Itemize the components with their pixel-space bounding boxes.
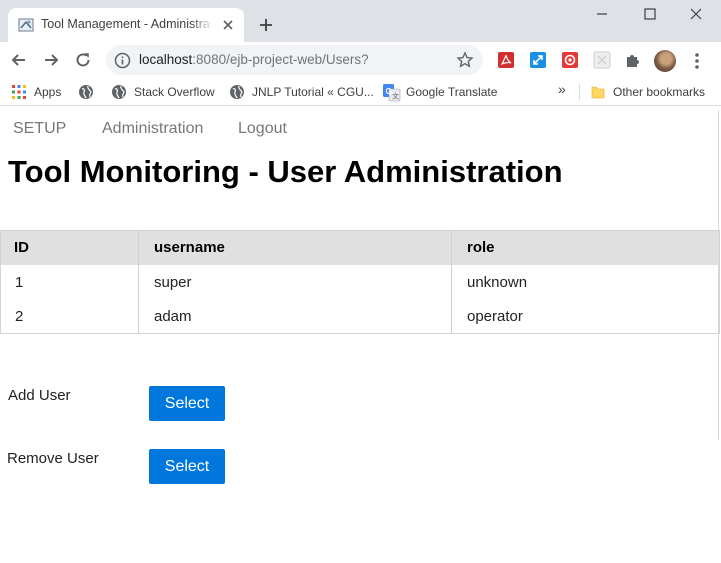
web-page: SETUP Administration Logout Tool Monitor… bbox=[0, 110, 721, 563]
add-user-label: Add User bbox=[8, 387, 71, 404]
column-header-id[interactable]: ID bbox=[14, 239, 29, 256]
back-arrow-icon[interactable] bbox=[9, 50, 29, 70]
bookmarks-separator bbox=[579, 84, 580, 100]
globe-icon bbox=[79, 85, 93, 99]
close-window-icon[interactable] bbox=[687, 5, 705, 23]
url-text[interactable]: localhost:8080/ejb-project-web/Users? bbox=[139, 52, 369, 67]
nav-link-setup[interactable]: SETUP bbox=[13, 120, 66, 138]
column-divider bbox=[138, 231, 139, 333]
folder-icon bbox=[591, 86, 605, 99]
pdf-extension-icon[interactable] bbox=[497, 51, 515, 69]
close-tab-icon[interactable] bbox=[220, 17, 236, 33]
profile-avatar[interactable] bbox=[654, 50, 676, 72]
browser-tab[interactable]: Tool Management - Administration bbox=[8, 8, 244, 42]
nav-link-administration[interactable]: Administration bbox=[102, 120, 203, 138]
bookmark-label: Stack Overflow bbox=[134, 85, 215, 99]
url-host: localhost bbox=[139, 52, 193, 67]
tool-favicon-icon bbox=[18, 18, 34, 32]
table-cell-username[interactable]: adam bbox=[154, 308, 192, 325]
bookmark-star-icon[interactable] bbox=[456, 51, 474, 69]
table-cell-role[interactable]: operator bbox=[467, 308, 523, 325]
table-cell-id[interactable]: 1 bbox=[15, 274, 23, 291]
bookmarks-bar: Apps Stack Overflow JNLP Tutorial « CGU.… bbox=[0, 78, 721, 106]
forward-arrow-icon[interactable] bbox=[41, 50, 61, 70]
add-user-select-button[interactable]: Select bbox=[149, 386, 225, 421]
svg-text:文: 文 bbox=[392, 92, 399, 101]
maximize-icon[interactable] bbox=[641, 5, 659, 23]
svg-text:G: G bbox=[386, 87, 392, 96]
bookmark-label: Apps bbox=[34, 85, 62, 99]
column-header-username[interactable]: username bbox=[154, 239, 225, 256]
expand-extension-icon[interactable] bbox=[529, 51, 547, 69]
remove-user-select-button[interactable]: Select bbox=[149, 449, 225, 484]
grey-extension-icon[interactable] bbox=[593, 51, 611, 69]
apps-grid-icon bbox=[12, 85, 26, 99]
table-header bbox=[1, 231, 719, 265]
tab-strip: Tool Management - Administration bbox=[0, 0, 721, 42]
bookmark-label: Other bookmarks bbox=[613, 85, 706, 99]
tab-title: Tool Management - Administration bbox=[41, 17, 211, 31]
chrome-menu-icon[interactable] bbox=[689, 52, 705, 70]
bookmark-label: Google Translate bbox=[406, 85, 498, 99]
table-cell-username[interactable]: super bbox=[154, 274, 192, 291]
address-bar[interactable]: localhost:8080/ejb-project-web/Users? bbox=[106, 45, 483, 75]
table-cell-id[interactable]: 2 bbox=[15, 308, 23, 325]
site-info-icon[interactable] bbox=[114, 52, 131, 69]
globe-icon bbox=[230, 85, 244, 99]
url-path: :8080/ejb-project-web/Users? bbox=[192, 52, 369, 67]
globe-icon bbox=[112, 85, 126, 99]
table-cell-role[interactable]: unknown bbox=[467, 274, 527, 291]
red-extension-icon[interactable] bbox=[561, 51, 579, 69]
nav-link-logout[interactable]: Logout bbox=[238, 120, 287, 138]
google-translate-icon: G 文 bbox=[383, 84, 401, 102]
browser-toolbar: localhost:8080/ejb-project-web/Users? bbox=[0, 42, 721, 78]
column-divider bbox=[451, 231, 452, 333]
new-tab-icon[interactable] bbox=[257, 16, 275, 34]
extensions-puzzle-icon[interactable] bbox=[624, 51, 642, 69]
remove-user-label: Remove User bbox=[7, 450, 99, 467]
minimize-icon[interactable] bbox=[593, 5, 611, 23]
column-header-role[interactable]: role bbox=[467, 239, 495, 256]
reload-icon[interactable] bbox=[73, 50, 93, 70]
bookmark-label: JNLP Tutorial « CGU... bbox=[252, 85, 374, 99]
tab-title-fade bbox=[191, 14, 213, 36]
page-title: Tool Monitoring - User Administration bbox=[8, 154, 563, 189]
bookmarks-overflow-chevron[interactable]: » bbox=[558, 81, 566, 99]
users-table: ID username role 1 super unknown 2 adam … bbox=[0, 230, 720, 334]
